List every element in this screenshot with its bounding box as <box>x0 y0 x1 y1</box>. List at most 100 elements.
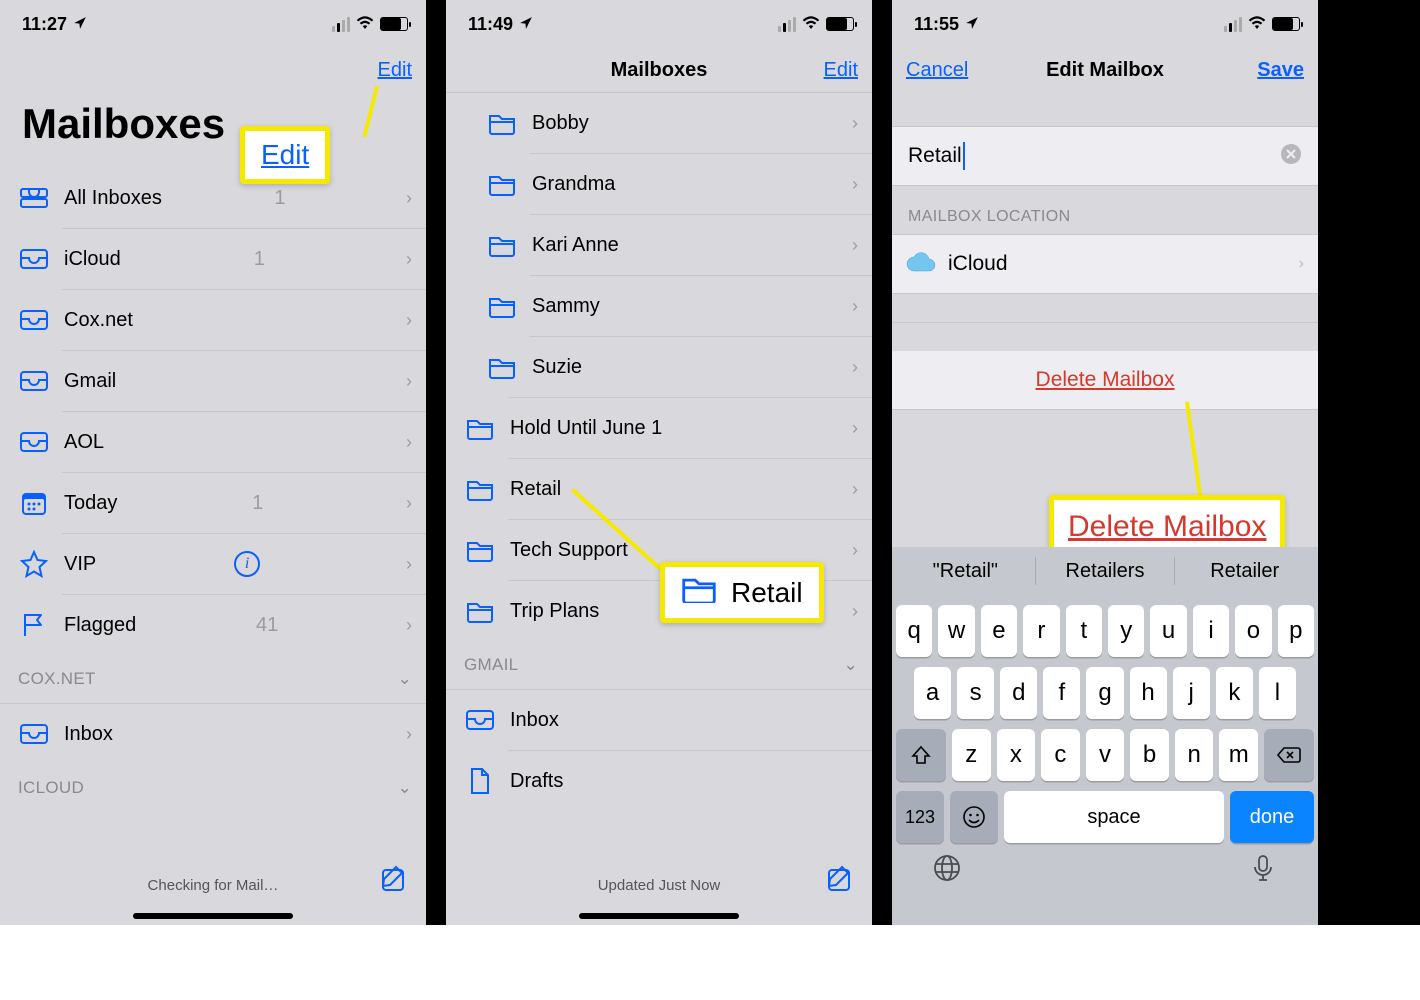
tray-icon <box>464 704 496 736</box>
emoji-key[interactable] <box>950 791 998 843</box>
key-t[interactable]: t <box>1066 605 1102 657</box>
suggestion[interactable]: Retailers <box>1036 560 1175 583</box>
folder-row[interactable]: Grandma › <box>446 154 872 214</box>
edit-button[interactable]: Edit <box>824 59 858 82</box>
clear-icon[interactable] <box>1280 143 1302 170</box>
key-y[interactable]: y <box>1108 605 1144 657</box>
section-cox[interactable]: COX.NET ⌄ <box>0 655 426 703</box>
nav-bar: Edit <box>0 48 426 92</box>
section-gmail[interactable]: GMAIL ⌄ <box>446 641 872 689</box>
key-j[interactable]: j <box>1173 667 1210 719</box>
row-label: Grandma <box>532 173 615 196</box>
edit-button[interactable]: Edit <box>378 59 412 82</box>
row-count: 1 <box>252 492 263 515</box>
folder-icon <box>464 534 496 566</box>
backspace-key[interactable] <box>1264 729 1314 781</box>
key-b[interactable]: b <box>1130 729 1169 781</box>
key-d[interactable]: d <box>1000 667 1037 719</box>
globe-icon[interactable] <box>932 853 962 888</box>
numbers-key[interactable]: 123 <box>896 791 944 843</box>
key-f[interactable]: f <box>1043 667 1080 719</box>
gmail-drafts-row[interactable]: Drafts <box>446 751 872 811</box>
location-row[interactable]: iCloud › <box>892 235 1318 293</box>
folder-row[interactable]: Suzie › <box>446 337 872 397</box>
mic-icon[interactable] <box>1248 853 1278 888</box>
wifi-icon <box>802 14 820 35</box>
mailbox-row-cox[interactable]: Cox.net › <box>0 290 426 350</box>
suggestion[interactable]: Retailer <box>1175 560 1314 583</box>
done-key[interactable]: done <box>1230 791 1314 843</box>
space-key[interactable]: space <box>1004 791 1224 843</box>
tray-icon <box>18 365 50 397</box>
row-label: Drafts <box>510 770 563 793</box>
key-x[interactable]: x <box>997 729 1036 781</box>
row-label: Retail <box>510 478 561 501</box>
cox-inbox-row[interactable]: Inbox › <box>0 704 426 764</box>
row-label: Inbox <box>510 709 559 732</box>
folder-icon <box>464 412 496 444</box>
chevron-right-icon: › <box>852 418 858 439</box>
suggestion[interactable]: "Retail" <box>896 560 1035 583</box>
key-g[interactable]: g <box>1086 667 1123 719</box>
key-n[interactable]: n <box>1175 729 1214 781</box>
delete-mailbox-button[interactable]: Delete Mailbox <box>892 351 1318 409</box>
key-s[interactable]: s <box>957 667 994 719</box>
folder-row-retail[interactable]: Retail › <box>446 459 872 519</box>
key-h[interactable]: h <box>1130 667 1167 719</box>
save-button[interactable]: Save <box>1257 59 1304 82</box>
folder-row[interactable]: Kari Anne › <box>446 215 872 275</box>
folder-row[interactable]: Hold Until June 1 › <box>446 398 872 458</box>
chevron-right-icon: › <box>406 615 412 636</box>
key-p[interactable]: p <box>1278 605 1314 657</box>
key-m[interactable]: m <box>1219 729 1258 781</box>
compose-button[interactable] <box>826 863 856 898</box>
key-u[interactable]: u <box>1150 605 1186 657</box>
page-title: Mailboxes <box>0 92 426 164</box>
shift-key[interactable] <box>896 729 946 781</box>
key-v[interactable]: v <box>1086 729 1125 781</box>
folder-row[interactable]: Bobby › <box>446 93 872 153</box>
battery-icon <box>826 17 854 31</box>
mailbox-row-icloud[interactable]: iCloud 1 › <box>0 229 426 289</box>
chevron-right-icon: › <box>406 493 412 514</box>
key-k[interactable]: k <box>1216 667 1253 719</box>
gmail-inbox-row[interactable]: Inbox <box>446 690 872 750</box>
battery-icon <box>380 17 408 31</box>
key-o[interactable]: o <box>1235 605 1271 657</box>
key-i[interactable]: i <box>1193 605 1229 657</box>
home-indicator[interactable] <box>133 913 293 919</box>
location-icon <box>519 16 533 33</box>
key-e[interactable]: e <box>981 605 1017 657</box>
row-label: Trip Plans <box>510 600 599 623</box>
cancel-button[interactable]: Cancel <box>906 59 968 82</box>
icloud-icon <box>906 251 948 278</box>
chevron-right-icon: › <box>406 554 412 575</box>
key-w[interactable]: w <box>938 605 974 657</box>
text-cursor <box>963 142 965 170</box>
mailbox-row-gmail[interactable]: Gmail › <box>0 351 426 411</box>
chevron-right-icon: › <box>406 724 412 745</box>
mailbox-row-aol[interactable]: AOL › <box>0 412 426 472</box>
key-r[interactable]: r <box>1023 605 1059 657</box>
compose-button[interactable] <box>380 863 410 898</box>
nav-bar: Mailboxes Edit <box>446 48 872 92</box>
key-l[interactable]: l <box>1259 667 1296 719</box>
folder-row[interactable]: Sammy › <box>446 276 872 336</box>
mailbox-row-flagged[interactable]: Flagged 41 › <box>0 595 426 655</box>
row-label: Bobby <box>532 112 589 135</box>
key-q[interactable]: q <box>896 605 932 657</box>
key-z[interactable]: z <box>952 729 991 781</box>
key-c[interactable]: c <box>1041 729 1080 781</box>
mailbox-name-input[interactable]: Retail <box>892 127 1318 185</box>
mailbox-row-today[interactable]: Today 1 › <box>0 473 426 533</box>
section-icloud[interactable]: ICLOUD ⌄ <box>0 764 426 812</box>
mailbox-row-all-inboxes[interactable]: All Inboxes 1 › <box>0 168 426 228</box>
info-icon[interactable]: i <box>234 551 260 577</box>
suggestion-bar: "Retail" Retailers Retailer <box>896 547 1314 595</box>
location-value: iCloud <box>948 252 1008 276</box>
key-a[interactable]: a <box>914 667 951 719</box>
row-count: 1 <box>254 248 265 271</box>
mailbox-row-vip[interactable]: VIP i › <box>0 534 426 594</box>
home-indicator[interactable] <box>579 913 739 919</box>
row-label: Kari Anne <box>532 234 619 257</box>
